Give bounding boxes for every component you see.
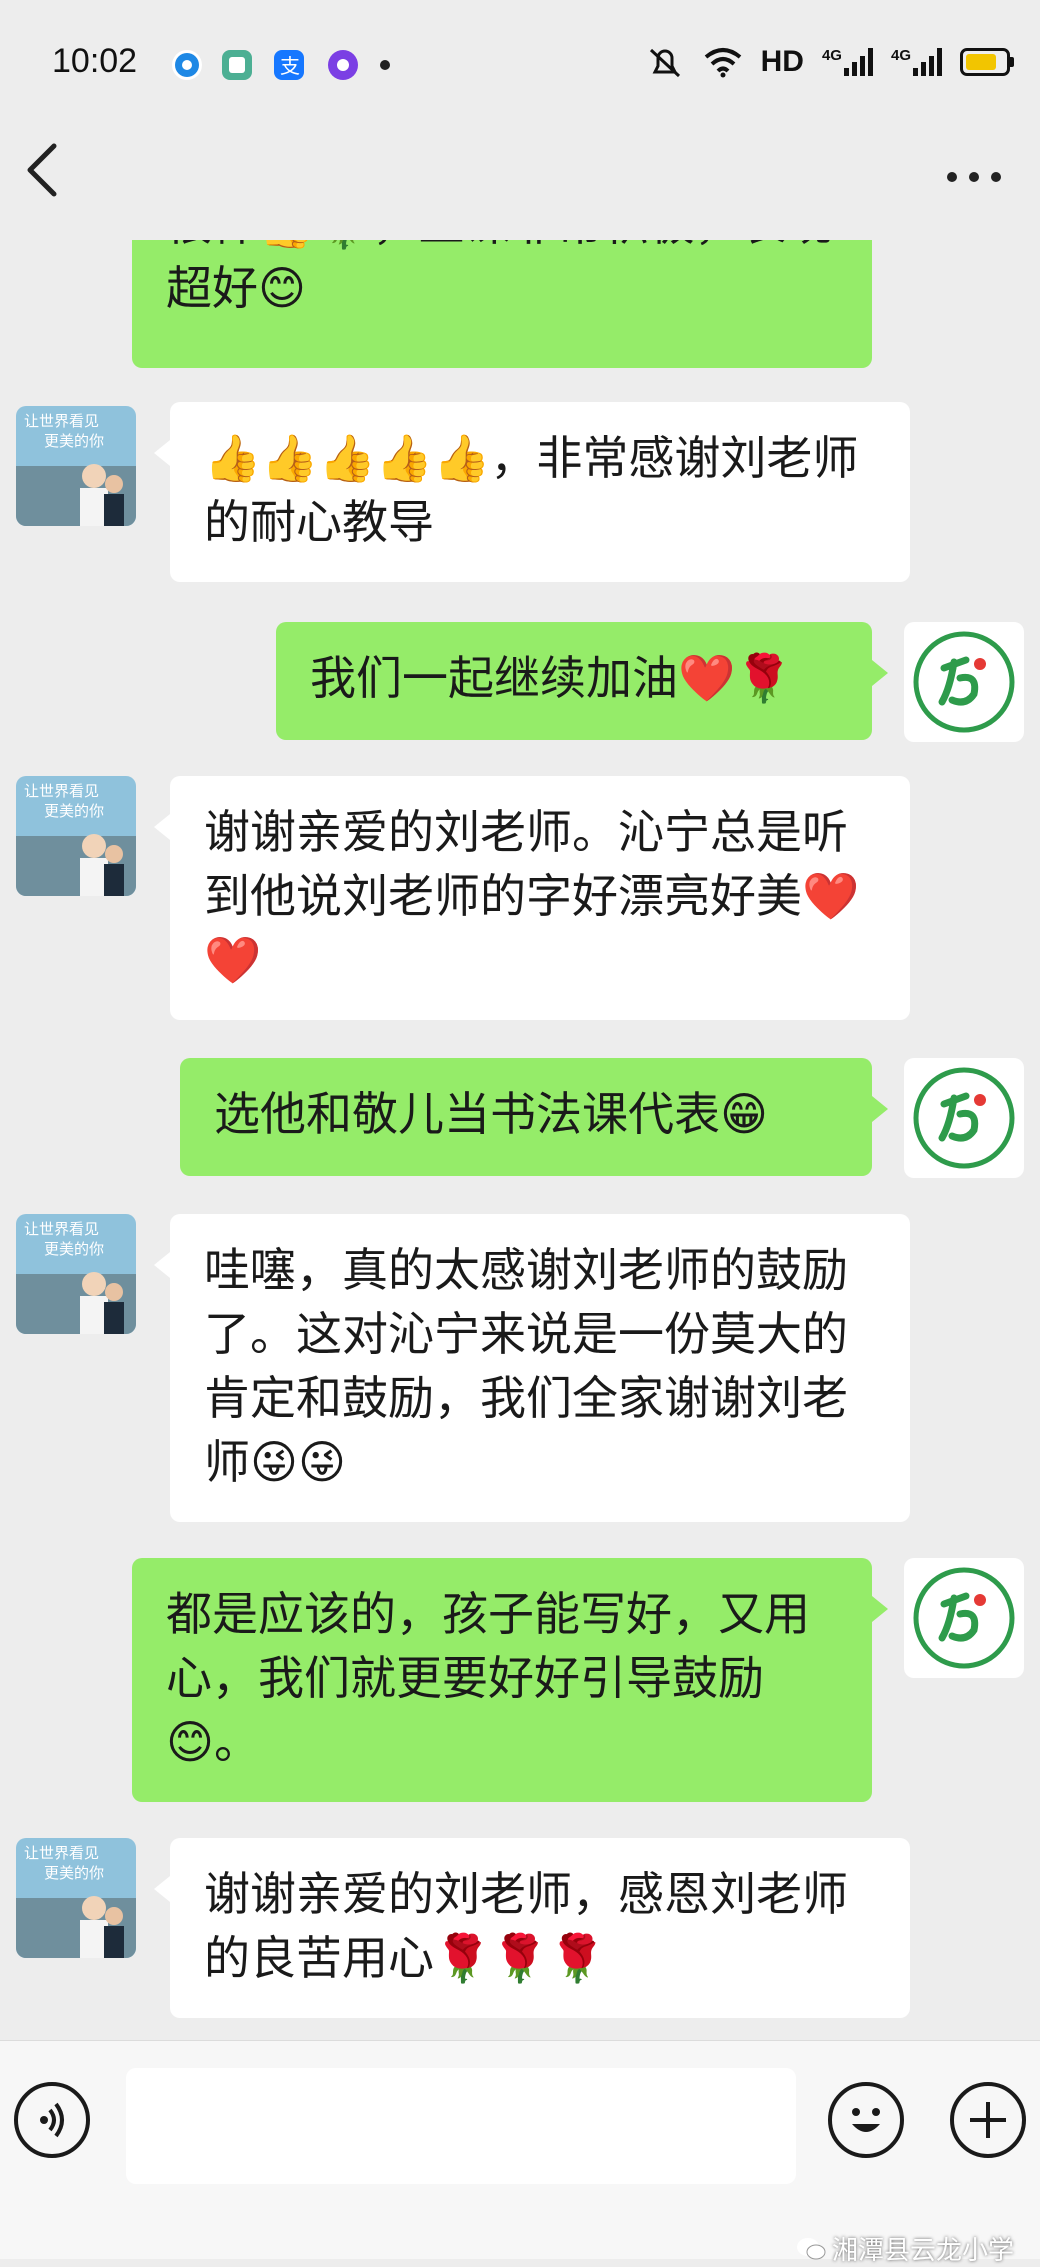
message-bubble-incoming[interactable]: 哇噻，真的太感谢刘老师的鼓励了。这对沁宁来说是一份莫大的肯定和鼓励，我们全家谢谢… [154,1214,910,1522]
parent-avatar[interactable]: 让世界看见 更美的你 [16,406,136,526]
school-logo-avatar[interactable] [904,1058,1024,1178]
message-bubble-outgoing[interactable]: 选他和敬儿当书法课代表😁 [180,1058,888,1176]
svg-text:支: 支 [280,54,300,78]
signal-sim2-icon: 4G [891,48,942,76]
app-notification-icon [328,50,358,80]
alipay-icon: 支 [274,50,304,80]
app-notification-icon [222,50,252,80]
message-text: 哇噻，真的太感谢刘老师的鼓励了。这对沁宁来说是一份莫大的肯定和鼓励，我们全家谢谢… [204,1243,848,1489]
school-logo-avatar[interactable] [904,1558,1024,1678]
message-bubble-outgoing[interactable]: 我们一起继续加油❤️🌹 [276,622,888,740]
message-text: 选他和敬儿当书法课代表😁 [214,1087,768,1141]
message-bubble-incoming[interactable]: 谢谢亲爱的刘老师。沁宁总是听到他说刘老师的字好漂亮好美❤️❤️ [154,776,910,1020]
app-notification-icon [172,50,202,80]
svg-text:更美的你: 更美的你 [44,802,104,820]
mute-icon [649,48,680,78]
message-bubble-outgoing[interactable]: 很棒👍🌹，上课非常积极，表现超好😊 [132,240,872,368]
hd-indicator: HD [760,45,804,78]
voice-icon[interactable] [14,2082,90,2158]
message-text: 我们一起继续加油❤️🌹 [310,651,793,705]
chat-messages[interactable]: 很棒👍🌹，上课非常积极，表现超好😊 让世界看见 更美的你 👍👍👍👍👍，非常感谢刘… [0,240,1040,2040]
message-text: 谢谢亲爱的刘老师。沁宁总是听到他说刘老师的字好漂亮好美❤️❤️ [204,805,860,987]
svg-text:让世界看见: 让世界看见 [24,782,99,800]
more-notifications-dot [380,60,390,70]
chat-header [0,130,1040,240]
message-text: 都是应该的，孩子能写好，又用心，我们就更要好好引导鼓励😊。 [166,1587,810,1769]
wifi-icon [704,48,741,78]
message-text: 👍👍👍👍👍，非常感谢刘老师的耐心教导 [204,431,859,549]
status-bar: 10:02 支 HD 4G 4G [0,0,1040,130]
message-bubble-incoming[interactable]: 谢谢亲爱的刘老师，感恩刘老师的良苦用心🌹🌹🌹 [154,1838,910,2018]
emoji-icon[interactable] [828,2082,904,2158]
back-chevron-icon[interactable] [22,140,62,200]
parent-avatar[interactable]: 让世界看见 更美的你 [16,1838,136,1958]
status-right: HD 4G 4G [645,44,1014,80]
message-bubble-outgoing[interactable]: 都是应该的，孩子能写好，又用心，我们就更要好好引导鼓励😊。 [132,1558,888,1802]
school-logo-avatar[interactable] [904,622,1024,742]
wechat-icon [796,2237,826,2259]
watermark: 湘潭县云龙小学 [796,2230,1014,2267]
svg-text:让世界看见: 让世界看见 [24,1844,99,1862]
more-dots-icon[interactable] [944,150,1004,190]
svg-text:更美的你: 更美的你 [44,1240,104,1258]
svg-text:更美的你: 更美的你 [44,1864,104,1882]
message-text: 很棒👍🌹，上课非常积极，表现超好😊 [166,240,833,315]
parent-avatar[interactable]: 让世界看见 更美的你 [16,1214,136,1334]
status-time: 10:02 [52,42,138,80]
svg-text:让世界看见: 让世界看见 [24,1220,99,1238]
battery-icon [960,48,1014,76]
svg-text:让世界看见: 让世界看见 [24,412,99,430]
parent-avatar[interactable]: 让世界看见 更美的你 [16,776,136,896]
message-bubble-incoming[interactable]: 👍👍👍👍👍，非常感谢刘老师的耐心教导 [154,402,910,582]
plus-icon[interactable] [950,2082,1026,2158]
message-text: 谢谢亲爱的刘老师，感恩刘老师的良苦用心🌹🌹🌹 [204,1867,848,1985]
message-input[interactable] [126,2068,796,2184]
signal-sim1-icon: 4G [822,48,873,76]
svg-text:更美的你: 更美的你 [44,432,104,450]
